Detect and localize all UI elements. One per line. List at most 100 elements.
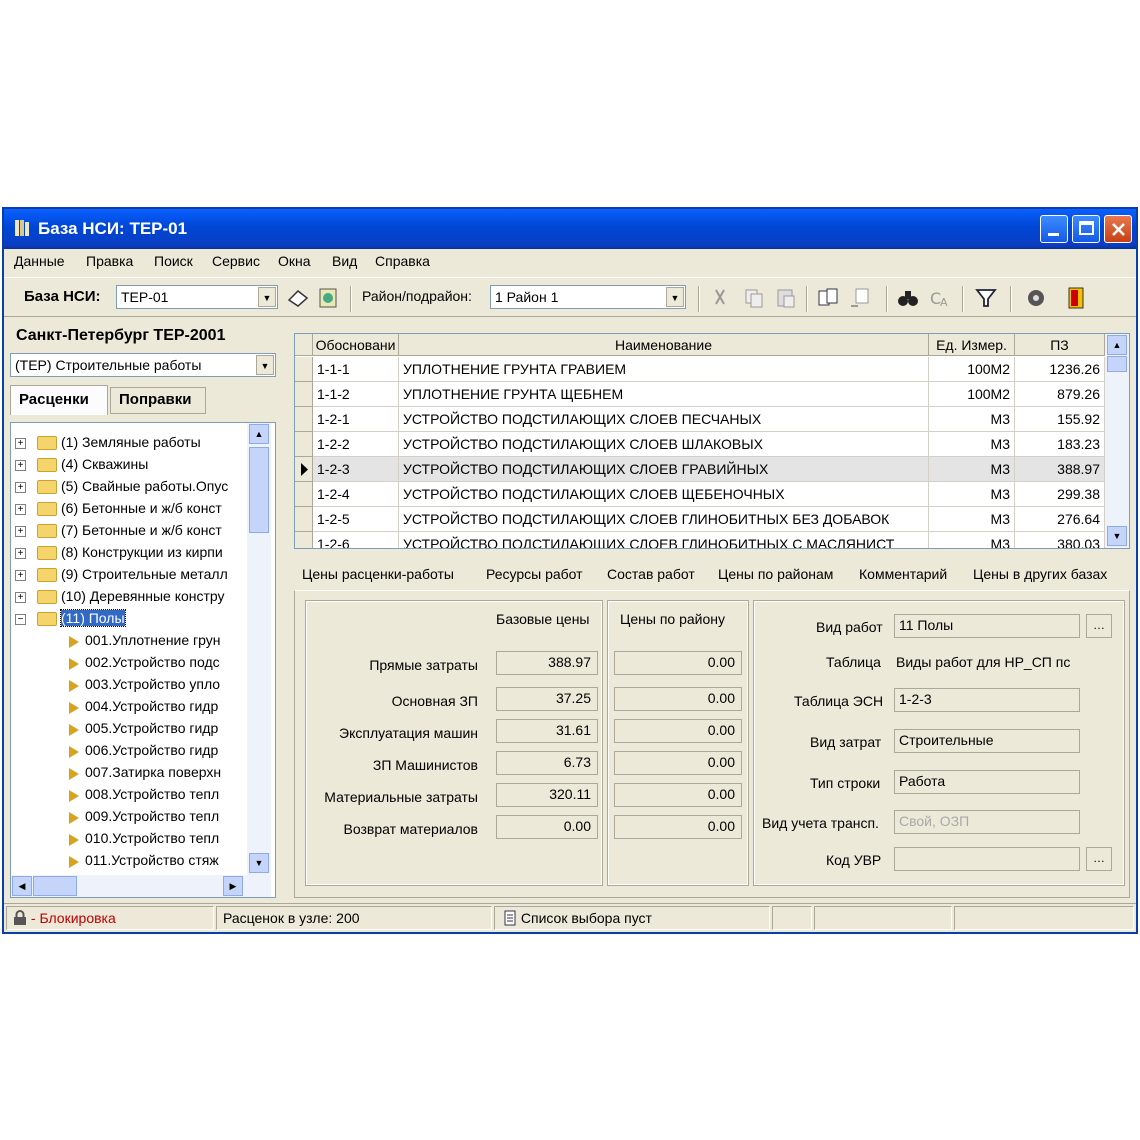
insert-rows-icon[interactable] (848, 286, 872, 310)
menu-service[interactable]: Сервис (212, 253, 260, 269)
cell-name[interactable]: УСТРОЙСТВО ПОДСТИЛАЮЩИХ СЛОЕВ ШЛАКОВЫХ (399, 432, 929, 457)
menu-data[interactable]: Данные (14, 253, 65, 269)
cell-unit[interactable]: 100М2 (929, 357, 1015, 382)
collapse-icon[interactable]: − (15, 614, 26, 625)
tab-comment[interactable]: Комментарий (859, 566, 947, 582)
row-indicator[interactable] (295, 357, 313, 382)
cell-unit[interactable]: М3 (929, 432, 1015, 457)
menu-view[interactable]: Вид (332, 253, 357, 269)
expand-icon[interactable]: + (15, 548, 26, 559)
cell-name[interactable]: УСТРОЙСТВО ПОДСТИЛАЮЩИХ СЛОЕВ ЩЕБЕНОЧНЫХ (399, 482, 929, 507)
column-header-unit[interactable]: Ед. Измер. (929, 334, 1015, 356)
dropdown-arrow-icon[interactable]: ▼ (256, 355, 274, 375)
cell-basis[interactable]: 1-2-1 (313, 407, 399, 432)
cell-pz[interactable]: 276.64 (1015, 507, 1105, 532)
eraser-icon[interactable] (286, 286, 310, 310)
tab-other-bases[interactable]: Цены в других базах (973, 566, 1107, 582)
column-header-basis[interactable]: Обосновани (313, 334, 399, 356)
tab-composition[interactable]: Состав работ (607, 566, 695, 582)
paste-icon[interactable] (774, 286, 798, 310)
tree-folder-item[interactable]: + (9) Строительные металл (11, 565, 251, 587)
cell-name[interactable]: УСТРОЙСТВО ПОДСТИЛАЮЩИХ СЛОЕВ ГРАВИЙНЫХ (399, 457, 929, 482)
scroll-thumb[interactable] (249, 447, 269, 533)
tree-leaf-item[interactable]: 001.Уплотнение грун (11, 631, 251, 653)
tree-horizontal-scrollbar[interactable]: ◀ ▶ (11, 875, 271, 897)
find-icon[interactable] (896, 286, 920, 310)
cell-basis[interactable]: 1-2-3 (313, 457, 399, 482)
copy-rows-icon[interactable] (816, 286, 840, 310)
cell-basis[interactable]: 1-2-5 (313, 507, 399, 532)
tree-leaf-item[interactable]: 008.Устройство тепл (11, 785, 251, 807)
cell-basis[interactable]: 1-1-1 (313, 357, 399, 382)
exit-icon[interactable] (1064, 286, 1088, 310)
tree-folder-item[interactable]: + (5) Свайные работы.Опус (11, 477, 251, 499)
cell-name[interactable]: УСТРОЙСТВО ПОДСТИЛАЮЩИХ СЛОЕВ ГЛИНОБИТНЫ… (399, 507, 929, 532)
row-indicator[interactable] (295, 407, 313, 432)
row-indicator[interactable] (295, 382, 313, 407)
cell-basis[interactable]: 1-1-2 (313, 382, 399, 407)
tab-rates[interactable]: Расценки (10, 385, 108, 415)
filter-icon[interactable] (974, 286, 998, 310)
row-indicator[interactable] (295, 532, 313, 548)
minimize-button[interactable] (1040, 215, 1068, 243)
copy-icon[interactable] (742, 286, 766, 310)
tree-leaf-item[interactable]: 009.Устройство тепл (11, 807, 251, 829)
tree-folder-item[interactable]: + (8) Конструкции из кирпи (11, 543, 251, 565)
tree-folder-item[interactable]: + (6) Бетонные и ж/б конст (11, 499, 251, 521)
tree-leaf-item[interactable]: 010.Устройство тепл (11, 829, 251, 851)
tree-leaf-item[interactable]: 005.Устройство гидр (11, 719, 251, 741)
tree-vertical-scrollbar[interactable]: ▲ ▼ (247, 423, 271, 875)
cell-unit[interactable]: М3 (929, 507, 1015, 532)
row-indicator[interactable] (295, 507, 313, 532)
expand-icon[interactable]: + (15, 526, 26, 537)
cell-basis[interactable]: 1-2-4 (313, 482, 399, 507)
expand-icon[interactable]: + (15, 570, 26, 581)
menu-search[interactable]: Поиск (154, 253, 193, 269)
collection-select[interactable]: (ТЕР) Строительные работы ▼ (10, 353, 276, 377)
dropdown-arrow-icon[interactable]: ▼ (666, 287, 684, 307)
tab-rate-prices[interactable]: Цены расценки-работы (302, 566, 454, 582)
find-replace-icon[interactable]: CA (928, 286, 952, 310)
tab-corrections[interactable]: Поправки (110, 387, 206, 414)
expand-icon[interactable]: + (15, 482, 26, 493)
cell-name[interactable]: УПЛОТНЕНИЕ ГРУНТА ЩЕБНЕМ (399, 382, 929, 407)
cell-pz[interactable]: 1236.26 (1015, 357, 1105, 382)
cell-basis[interactable]: 1-2-6 (313, 532, 399, 548)
scroll-right-icon[interactable]: ▶ (223, 876, 243, 896)
cell-pz[interactable]: 388.97 (1015, 457, 1105, 482)
grid-scrollbar[interactable]: ▲ ▼ (1105, 334, 1129, 548)
scroll-down-icon[interactable]: ▼ (1107, 526, 1127, 546)
dropdown-arrow-icon[interactable]: ▼ (258, 287, 276, 307)
tree-leaf-item[interactable]: 011.Устройство стяж (11, 851, 251, 873)
uvr-browse-button[interactable]: … (1086, 847, 1112, 871)
cell-pz[interactable]: 183.23 (1015, 432, 1105, 457)
database-icon[interactable] (316, 286, 340, 310)
expand-icon[interactable]: + (15, 592, 26, 603)
tree-folder-item[interactable]: + (1) Земляные работы (11, 433, 251, 455)
menu-edit[interactable]: Правка (86, 253, 133, 269)
cell-unit[interactable]: М3 (929, 407, 1015, 432)
cell-basis[interactable]: 1-2-2 (313, 432, 399, 457)
tree-leaf-item[interactable]: 004.Устройство гидр (11, 697, 251, 719)
tab-region-prices[interactable]: Цены по районам (718, 566, 833, 582)
cell-unit[interactable]: 100М2 (929, 382, 1015, 407)
scroll-thumb[interactable] (33, 876, 77, 896)
row-indicator[interactable] (295, 457, 313, 482)
scroll-up-icon[interactable]: ▲ (1107, 335, 1127, 355)
column-header-pz[interactable]: ПЗ (1015, 334, 1105, 356)
scroll-thumb[interactable] (1107, 356, 1127, 372)
uvr-code-field[interactable] (894, 847, 1080, 871)
tree-leaf-item[interactable]: 003.Устройство упло (11, 675, 251, 697)
cell-pz[interactable]: 299.38 (1015, 482, 1105, 507)
cut-icon[interactable] (708, 286, 732, 310)
expand-icon[interactable]: + (15, 438, 26, 449)
region-select[interactable]: 1 Район 1 ▼ (490, 285, 686, 309)
settings-icon[interactable] (1024, 286, 1048, 310)
base-select[interactable]: ТЕР-01 ▼ (116, 285, 278, 309)
tree-folder-item[interactable]: + (4) Скважины (11, 455, 251, 477)
scroll-up-icon[interactable]: ▲ (249, 424, 269, 444)
cell-pz[interactable]: 155.92 (1015, 407, 1105, 432)
maximize-button[interactable] (1072, 215, 1100, 243)
work-type-browse-button[interactable]: … (1086, 614, 1112, 638)
expand-icon[interactable]: + (15, 504, 26, 515)
